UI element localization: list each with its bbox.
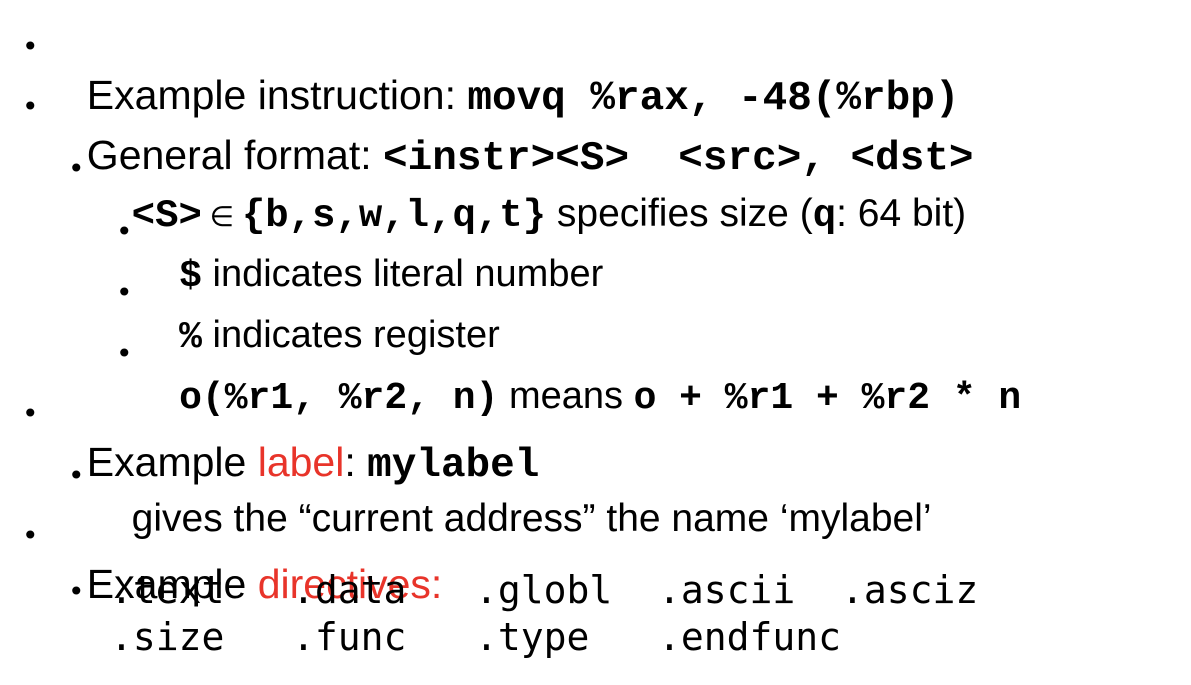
quad-suffix-code: q: [812, 194, 837, 238]
bullet: •: [116, 337, 133, 370]
addressing-expansion-code: o + %r1 + %r2 * n: [633, 377, 1022, 420]
directive-item: .func: [292, 615, 407, 659]
directive-item: .endfunc: [658, 615, 842, 659]
bullet: •: [68, 575, 85, 608]
directive-item: .ascii: [658, 568, 796, 612]
directive-item: .size: [110, 615, 225, 659]
sixty-four-bit-text: : 64 bit): [836, 192, 967, 235]
directive-item: .asciz: [841, 568, 979, 612]
directive-item: .type: [475, 615, 590, 659]
bullet: •: [116, 276, 133, 309]
bullet: •: [22, 519, 39, 552]
bullet: •: [22, 90, 39, 123]
bullet: •: [68, 152, 85, 185]
bullet: •: [116, 215, 133, 248]
directive-item: .globl: [475, 568, 613, 612]
bullet: •: [22, 397, 39, 430]
bullet: •: [22, 30, 39, 63]
directive-item: .data: [292, 568, 407, 612]
bullet: •: [68, 459, 85, 492]
directive-item: .text: [110, 568, 225, 612]
